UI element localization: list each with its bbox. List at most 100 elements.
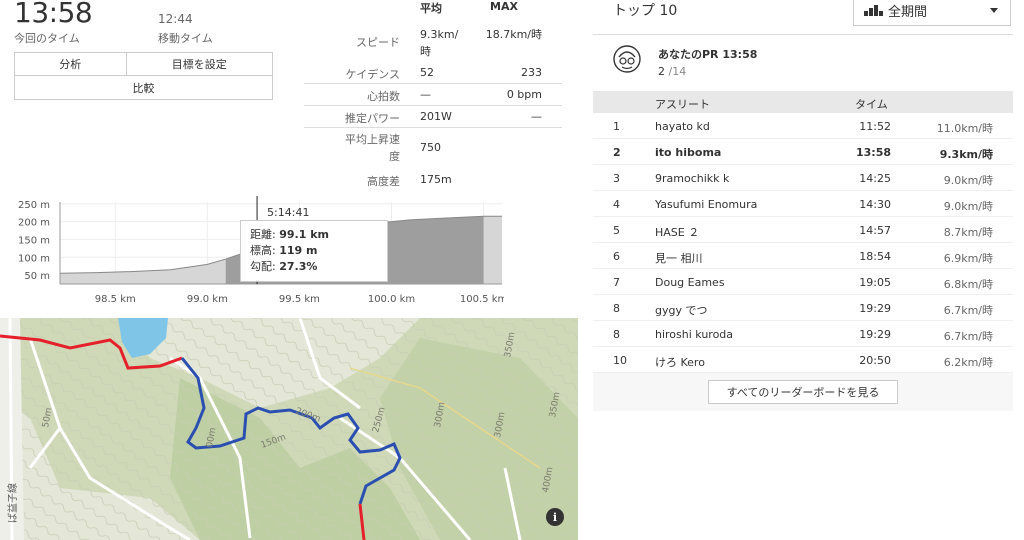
column-header-athlete: アスリート bbox=[655, 98, 710, 111]
x-tick-label: 99.5 km bbox=[279, 294, 320, 305]
leaderboard-title: トップ 10 bbox=[613, 3, 678, 19]
table-row[interactable]: 4 Yasufumi Enomura 14:30 9.0km/時 bbox=[593, 191, 1013, 217]
stat-label: ケイデンス bbox=[345, 68, 400, 81]
y-tick-label: 100 m bbox=[18, 253, 50, 264]
elapsed-time: 13:58 bbox=[14, 0, 93, 29]
time-cell: 14:25 bbox=[859, 172, 891, 185]
divider bbox=[304, 127, 562, 128]
y-tick-label: 250 m bbox=[18, 200, 50, 211]
y-tick-label: 50 m bbox=[24, 271, 50, 282]
elapsed-time-label: 今回のタイム bbox=[14, 32, 80, 45]
tooltip-grade-label: 勾配: bbox=[250, 260, 276, 273]
athlete-link[interactable]: 見一 相川 bbox=[655, 250, 703, 266]
compare-button[interactable]: 比較 bbox=[14, 76, 273, 100]
speed-cell: 6.7km/時 bbox=[943, 304, 993, 317]
cursor-time: 5:14:41 bbox=[267, 206, 309, 219]
speed-cell: 6.9km/時 bbox=[943, 252, 993, 265]
time-cell: 18:54 bbox=[859, 250, 891, 263]
stat-avg: 750 bbox=[420, 141, 441, 154]
stat-avg: 201W bbox=[420, 110, 452, 123]
avatar bbox=[613, 45, 641, 73]
rank-cell: 8 bbox=[613, 302, 620, 315]
time-cell: 11:52 bbox=[859, 120, 891, 133]
table-row[interactable]: 10 けろ Kero 20:50 6.2km/時 bbox=[593, 347, 1013, 373]
chevron-down-icon bbox=[990, 8, 998, 13]
y-tick-label: 150 m bbox=[18, 235, 50, 246]
set-goal-button[interactable]: 目標を設定 bbox=[126, 52, 273, 76]
tooltip-grade: 27.3% bbox=[279, 260, 318, 273]
time-cell: 20:50 bbox=[859, 354, 891, 367]
pr-rank-total: /14 bbox=[668, 65, 687, 78]
rank-cell: 5 bbox=[613, 224, 620, 237]
x-tick-label: 99.0 km bbox=[187, 294, 228, 305]
speed-cell: 9.0km/時 bbox=[943, 174, 993, 187]
time-cell: 14:30 bbox=[859, 198, 891, 211]
table-row[interactable]: 2 ito hiboma 13:58 9.3km/時 bbox=[593, 139, 1013, 165]
speed-cell: 9.0km/時 bbox=[943, 200, 993, 213]
pr-rank: 2 /14 bbox=[658, 65, 686, 78]
athlete-link[interactable]: ito hiboma bbox=[655, 146, 721, 159]
leaderboard: あなたのPR 13:58 2 /14 アスリート タイム 1 hayato kd 1… bbox=[593, 34, 1013, 411]
rank-cell: 3 bbox=[613, 172, 620, 185]
personal-record: あなたのPR 13:58 2 /14 bbox=[593, 35, 1013, 91]
period-value: 全期間 bbox=[888, 4, 928, 20]
stat-label: 平均上昇速度 bbox=[345, 133, 400, 163]
moving-time: 12:44 bbox=[158, 12, 193, 26]
tooltip-elevation-label: 標高: bbox=[250, 244, 276, 257]
road-label: ば益子線 bbox=[6, 483, 19, 523]
table-row[interactable]: 8 hiroshi kuroda 19:29 6.7km/時 bbox=[593, 321, 1013, 347]
time-cell: 19:29 bbox=[859, 328, 891, 341]
stat-max: 233 bbox=[521, 66, 542, 79]
stat-label: 心拍数 bbox=[367, 90, 400, 103]
athlete-link[interactable]: Yasufumi Enomura bbox=[655, 198, 757, 211]
rank-cell: 4 bbox=[613, 198, 620, 211]
action-buttons: 分析 目標を設定 比較 bbox=[14, 52, 273, 100]
stat-max: — bbox=[531, 110, 542, 123]
athlete-link[interactable]: Doug Eames bbox=[655, 276, 725, 289]
table-row[interactable]: 5 HASE ２ 14:57 8.7km/時 bbox=[593, 217, 1013, 243]
athlete-link[interactable]: HASE ２ bbox=[655, 224, 699, 240]
segment-map[interactable]: 350m 350m 300m 300m 250m 200m 150m 400m 50m 00m ば益… bbox=[0, 318, 578, 540]
divider bbox=[304, 83, 562, 84]
rank-cell: 8 bbox=[613, 328, 620, 341]
stat-label: スピード bbox=[356, 36, 400, 49]
athlete-link[interactable]: gygy でつ bbox=[655, 302, 707, 318]
speed-cell: 6.2km/時 bbox=[943, 356, 993, 369]
table-row[interactable]: 8 gygy でつ 19:29 6.7km/時 bbox=[593, 295, 1013, 321]
map-info-button[interactable]: i bbox=[546, 508, 564, 526]
athlete-link[interactable]: けろ Kero bbox=[655, 354, 705, 370]
elevation-chart[interactable]: 250 m 200 m 150 m 100 m 50 m 98.5 km 99.0 km 99… bbox=[0, 196, 504, 308]
table-row[interactable]: 7 Doug Eames 19:05 6.8km/時 bbox=[593, 269, 1013, 295]
column-header-time: タイム bbox=[855, 98, 888, 111]
tooltip-distance-label: 距離: bbox=[250, 228, 276, 241]
athlete-link[interactable]: 9ramochikk k bbox=[655, 172, 729, 185]
stat-avg: 9.3km/時 bbox=[420, 28, 459, 58]
bar-chart-icon bbox=[864, 4, 883, 16]
avg-header: 平均 bbox=[420, 2, 442, 15]
speed-cell: 9.3km/時 bbox=[939, 148, 993, 161]
x-tick-label: 100.5 km bbox=[460, 294, 504, 305]
elevation-tooltip: 距離: 99.1 km 標高: 119 m 勾配: 27.3% bbox=[240, 220, 388, 282]
rank-cell: 2 bbox=[613, 146, 621, 159]
time-cell: 13:58 bbox=[855, 146, 891, 159]
time-cell: 19:29 bbox=[859, 302, 891, 315]
period-select[interactable]: 全期間 bbox=[853, 0, 1011, 26]
speed-cell: 8.7km/時 bbox=[943, 226, 993, 239]
speed-cell: 11.0km/時 bbox=[936, 122, 993, 135]
rank-cell: 1 bbox=[613, 120, 620, 133]
divider bbox=[304, 105, 562, 106]
max-header: MAX bbox=[490, 0, 518, 13]
athlete-link[interactable]: hiroshi kuroda bbox=[655, 328, 733, 341]
x-tick-label: 98.5 km bbox=[95, 294, 136, 305]
analysis-button[interactable]: 分析 bbox=[14, 52, 127, 76]
view-all-leaderboards-button[interactable]: すべてのリーダーボードを見る bbox=[708, 380, 898, 404]
time-cell: 14:57 bbox=[859, 224, 891, 237]
table-row[interactable]: 1 hayato kd 11:52 11.0km/時 bbox=[593, 113, 1013, 139]
rank-cell: 7 bbox=[613, 276, 620, 289]
table-row[interactable]: 3 9ramochikk k 14:25 9.0km/時 bbox=[593, 165, 1013, 191]
leaderboard-footer: すべてのリーダーボードを見る bbox=[593, 373, 1013, 411]
table-row[interactable]: 6 見一 相川 18:54 6.9km/時 bbox=[593, 243, 1013, 269]
rank-cell: 6 bbox=[613, 250, 620, 263]
athlete-link[interactable]: hayato kd bbox=[655, 120, 710, 133]
moving-time-label: 移動タイム bbox=[158, 32, 213, 45]
